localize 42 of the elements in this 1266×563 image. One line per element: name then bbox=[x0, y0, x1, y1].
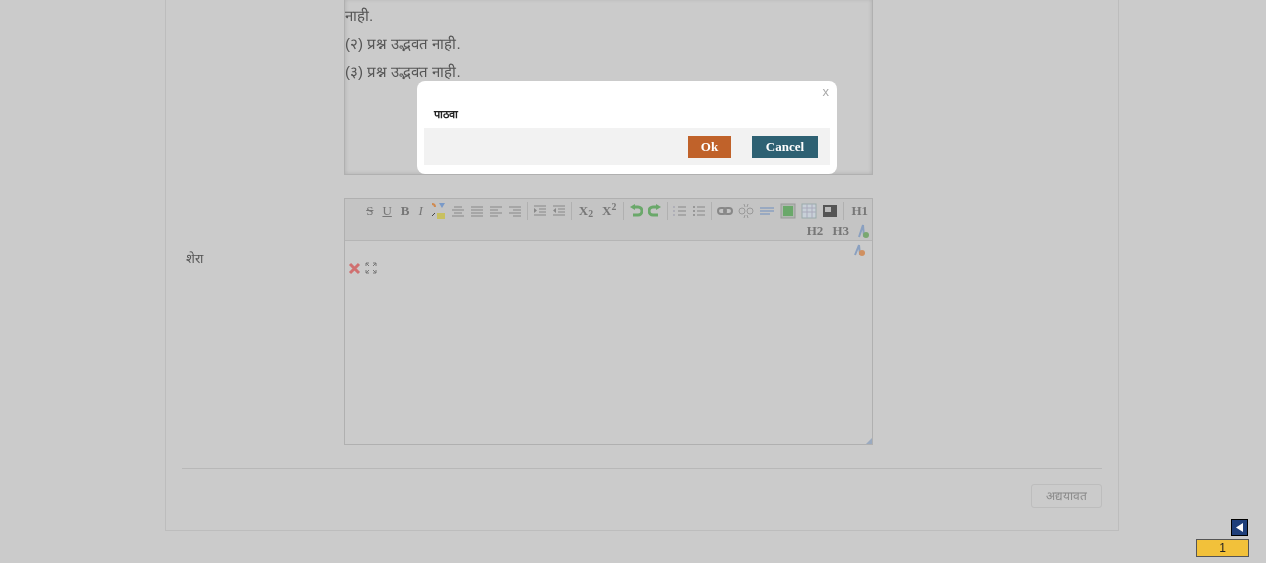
text-color-icon[interactable] bbox=[429, 202, 446, 220]
back-arrow-button[interactable] bbox=[1231, 519, 1248, 536]
outdent-icon[interactable] bbox=[551, 204, 566, 218]
horizontal-rule-icon[interactable] bbox=[759, 204, 776, 218]
heading-button[interactable]: H1 bbox=[849, 201, 870, 221]
link-icon[interactable] bbox=[717, 204, 734, 218]
media-icon[interactable] bbox=[822, 204, 839, 218]
close-icon[interactable] bbox=[348, 261, 361, 275]
remark-label: शेरा bbox=[186, 251, 203, 266]
text-style-icon[interactable] bbox=[852, 243, 866, 257]
ordered-list-icon[interactable] bbox=[673, 204, 688, 218]
rich-text-editor[interactable]: S U B I X$_{2}$ X$^{2}$ H1 H2 H3 bbox=[344, 198, 873, 445]
script-button[interactable]: X$^{2}$ bbox=[600, 201, 619, 221]
align-left-icon[interactable] bbox=[488, 204, 503, 218]
undo-icon[interactable] bbox=[629, 204, 644, 218]
italic-button[interactable]: I bbox=[416, 201, 425, 221]
script-button[interactable]: X$_{2}$ bbox=[576, 201, 596, 221]
dialog-message: पाठवा bbox=[434, 108, 458, 120]
fullscreen-icon[interactable] bbox=[364, 261, 378, 275]
page-number-indicator: 1 bbox=[1196, 539, 1249, 557]
unlink-icon[interactable] bbox=[738, 203, 755, 219]
unordered-list-icon[interactable] bbox=[692, 204, 707, 218]
indent-icon[interactable] bbox=[532, 204, 547, 218]
image-icon[interactable] bbox=[780, 203, 797, 219]
heading-button[interactable]: H3 bbox=[830, 221, 851, 241]
answer-line: (३) प्रश्न उद्भवत नाही. bbox=[345, 62, 461, 82]
remove-format-icon[interactable] bbox=[856, 223, 870, 239]
justify-icon[interactable] bbox=[469, 204, 484, 218]
cancel-button[interactable]: Cancel bbox=[752, 135, 818, 158]
left-triangle-icon bbox=[1235, 523, 1244, 532]
answer-line: (२) प्रश्न उद्भवत नाही. bbox=[345, 34, 461, 54]
underline-button[interactable]: U bbox=[380, 201, 394, 221]
strikethrough-button[interactable]: S bbox=[364, 201, 376, 221]
redo-icon[interactable] bbox=[648, 204, 663, 218]
answer-line: नाही. bbox=[345, 6, 374, 26]
resize-handle-icon[interactable] bbox=[866, 438, 872, 444]
align-center-icon[interactable] bbox=[450, 204, 465, 218]
dialog-close-button[interactable]: x bbox=[822, 83, 829, 101]
heading-button[interactable]: H2 bbox=[804, 221, 826, 241]
ok-button[interactable]: Ok bbox=[688, 135, 731, 158]
bold-button[interactable]: B bbox=[398, 201, 412, 221]
align-right-icon[interactable] bbox=[507, 204, 522, 218]
